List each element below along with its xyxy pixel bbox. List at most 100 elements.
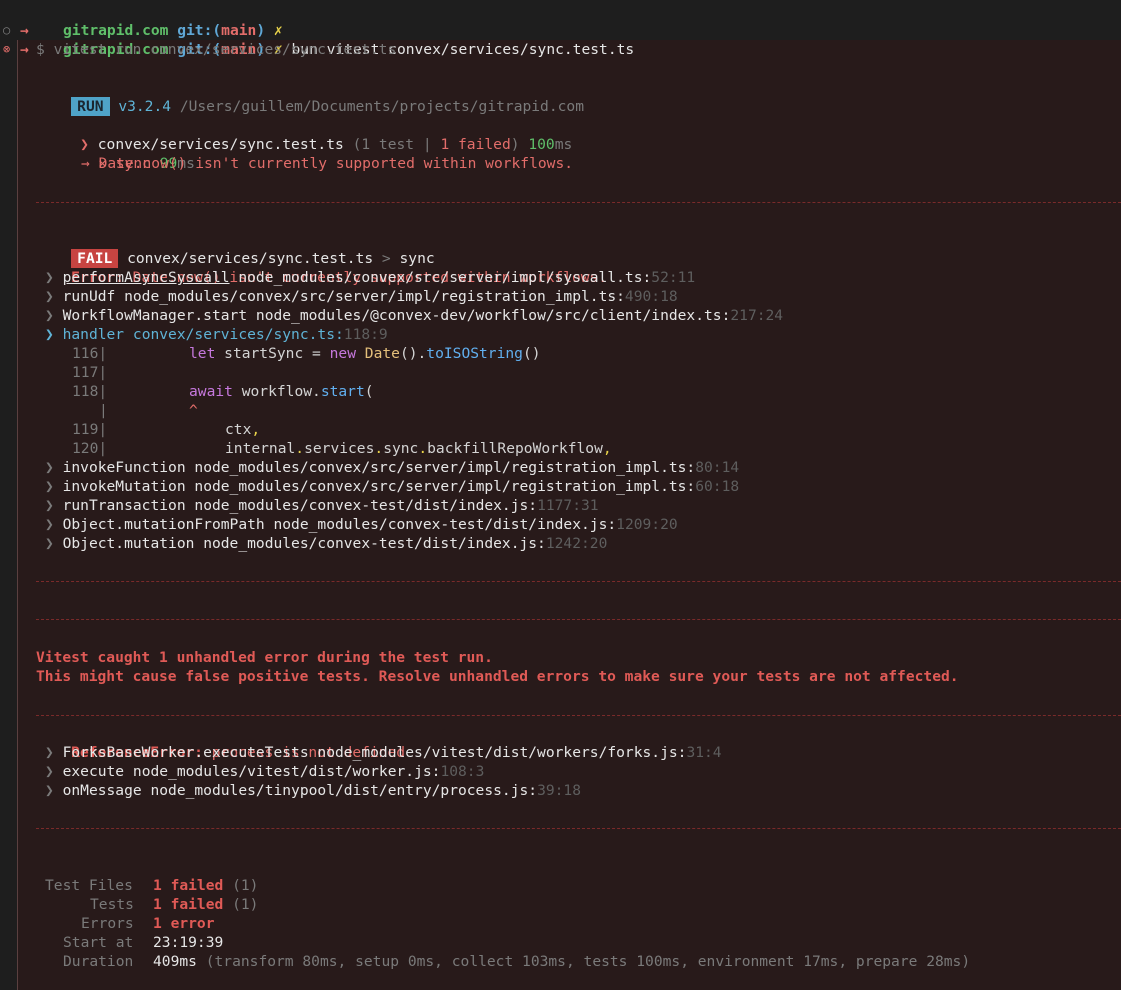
separator <box>36 202 1121 203</box>
code-token: Date <box>364 345 400 362</box>
stack-path[interactable]: convex/services/sync.ts: <box>133 326 344 343</box>
code-line-120: 120| internal.services.sync.backfillRepoW… <box>72 439 612 458</box>
stack-frame[interactable]: ❯ onMessage node_modules/tinypool/dist/e… <box>45 781 581 800</box>
file-duration: 100 <box>528 136 555 153</box>
output-gutter <box>17 40 18 990</box>
stack-function: Object.mutationFromPath <box>62 516 265 533</box>
summary-value: 1 failed <box>153 877 224 894</box>
summary-label: Start at <box>63 934 134 951</box>
paren-close: ) <box>510 136 520 153</box>
stack-location: 490:18 <box>624 288 678 305</box>
chevron-icon: ❯ <box>45 269 54 286</box>
code-token: , <box>251 421 261 438</box>
git-label: git:( <box>177 22 222 39</box>
run-badge: RUN <box>71 97 110 116</box>
stack-frame[interactable]: ❯ runTransaction node_modules/convex-tes… <box>45 496 599 515</box>
test-error-message: → Date.now() isn't currently supported w… <box>81 155 574 172</box>
run-header: RUN v3.2.4 /Users/guillem/Documents/proj… <box>36 78 584 116</box>
code-token: new <box>329 345 356 362</box>
line-number: 119| <box>72 421 108 438</box>
chevron-icon: ❯ <box>45 516 54 533</box>
stack-location: 108:3 <box>440 763 485 780</box>
stack-frame[interactable]: ❯ ForksBaseWorker.executeTests node_modu… <box>45 743 722 762</box>
stack-path[interactable]: node_modules/convex-test/dist/index.js: <box>203 535 546 552</box>
code-token: sync <box>383 440 419 457</box>
file-duration-unit: ms <box>554 136 573 153</box>
stack-frame[interactable]: ❯ WorkflowManager.start node_modules/@co… <box>45 306 783 325</box>
summary-value: 23:19:39 <box>153 934 224 951</box>
stack-function: runTransaction <box>62 497 186 514</box>
prompt-arrow: → <box>20 41 29 58</box>
stack-frame[interactable]: ❯ invokeMutation node_modules/convex/src… <box>45 477 739 496</box>
stack-frame[interactable]: ❯ handler convex/services/sync.ts:118:9 <box>45 325 388 344</box>
terminal-window[interactable]: ○ → gitrapid.com git:(main) ✗ ⊗ → gitrapid.c… <box>0 0 1121 990</box>
code-token: (). <box>399 345 427 362</box>
stack-function: onMessage <box>62 782 142 799</box>
stack-path[interactable]: node_modules/convex-test/dist/index.js: <box>194 497 537 514</box>
separator <box>36 828 1121 829</box>
code-token: ctx <box>225 421 252 438</box>
code-token: await <box>189 383 233 400</box>
stack-frame[interactable]: ❯ invokeFunction node_modules/convex/src… <box>45 458 739 477</box>
stack-frame[interactable]: ❯ performAsyncSyscall node_modules/conve… <box>45 268 695 287</box>
stack-function: invokeMutation <box>62 478 186 495</box>
stack-path[interactable]: node_modules/tinypool/dist/entry/process… <box>150 782 537 799</box>
summary-extra: (transform 80ms, setup 0ms, collect 103m… <box>205 953 971 970</box>
separator <box>36 581 1121 582</box>
code-token: , <box>602 440 612 457</box>
code-token: toISOString <box>426 345 523 362</box>
summary-label: Duration <box>63 953 134 970</box>
stack-frame[interactable]: ❯ Object.mutation node_modules/convex-te… <box>45 534 607 553</box>
stack-location: 52:11 <box>651 269 696 286</box>
git-dirty-icon: ✗ <box>273 22 283 39</box>
line-number: 118| <box>72 383 108 400</box>
line-number: 120| <box>72 440 108 457</box>
error-line: Error: Date.now() isn't currently suppor… <box>36 249 607 286</box>
file-summary: ❯ convex/services/sync.test.ts (1 test |… <box>45 116 572 153</box>
prompt-line-previous: ○ → gitrapid.com git:(main) ✗ <box>0 2 283 39</box>
stack-path[interactable]: node_modules/convex/src/server/impl/regi… <box>124 288 625 305</box>
stack-frame[interactable]: ❯ Object.mutationFromPath node_modules/c… <box>45 515 678 534</box>
stack-function: ForksBaseWorker.executeTests <box>62 744 309 761</box>
stack-path[interactable]: node_modules/convex/src/server/impl/regi… <box>194 478 695 495</box>
stack-location: 118:9 <box>343 326 388 343</box>
stack-path[interactable]: node_modules/convex-test/dist/index.js: <box>273 516 616 533</box>
stack-function: invokeFunction <box>62 459 186 476</box>
line-bar: | <box>99 402 108 419</box>
stack-path[interactable]: node_modules/vitest/dist/worker.js: <box>133 763 441 780</box>
summary-extra: (1) <box>232 896 259 913</box>
summary-label: Test Files <box>45 877 133 894</box>
code-token: . <box>418 440 428 457</box>
command-failed-icon: ⊗ <box>3 42 11 56</box>
stack-path[interactable]: node_modules/convex/src/server/impl/sysc… <box>238 269 651 286</box>
stack-location: 60:18 <box>695 478 740 495</box>
code-token: startSync <box>224 345 304 362</box>
summary-value: 1 failed <box>153 896 224 913</box>
code-token: . <box>312 383 321 400</box>
stack-path[interactable]: node_modules/@convex-dev/workflow/src/cl… <box>256 307 730 324</box>
stack-frame[interactable]: ❯ runUdf node_modules/convex/src/server/… <box>45 287 678 306</box>
error-caret: ^ <box>189 402 198 419</box>
code-line-119: 119| ctx, <box>72 420 260 439</box>
fail-header: FAIL convex/services/sync.test.ts > sync <box>36 230 435 268</box>
code-token: internal <box>225 440 296 457</box>
chevron-icon: ❯ <box>45 307 54 324</box>
stack-frame[interactable]: ❯ execute node_modules/vitest/dist/worke… <box>45 762 484 781</box>
stack-location: 1177:31 <box>537 497 599 514</box>
stack-location: 80:14 <box>695 459 740 476</box>
code-token: backfillRepoWorkflow <box>427 440 603 457</box>
code-token: let <box>189 345 216 362</box>
prompt-line-command: ⊗ → gitrapid.com git:(main) ✗ bun vitest c… <box>0 21 634 58</box>
code-token: ( <box>364 383 374 400</box>
code-line-116: 116| let startSync = new Date().toISOStri… <box>72 344 541 363</box>
chevron-icon: ❯ <box>45 326 54 343</box>
stack-path[interactable]: node_modules/convex/src/server/impl/regi… <box>194 459 695 476</box>
code-token: start <box>320 383 365 400</box>
code-token: () <box>522 345 541 362</box>
summary-label: Errors <box>81 915 134 932</box>
code-token: . <box>295 440 305 457</box>
code-token: workflow <box>241 383 313 400</box>
chevron-icon: ❯ <box>45 497 54 514</box>
chevron-icon: ❯ <box>45 478 54 495</box>
stack-path[interactable]: node_modules/vitest/dist/workers/forks.j… <box>317 744 686 761</box>
